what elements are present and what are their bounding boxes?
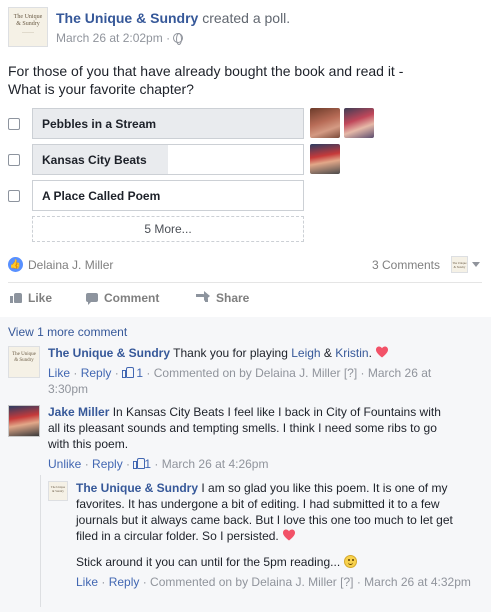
divider — [8, 282, 482, 283]
comment-timestamp[interactable]: March 26 at 4:32pm — [364, 575, 471, 589]
heart-icon — [375, 345, 389, 359]
poll-option-checkbox[interactable] — [8, 118, 20, 130]
comment-text: & — [320, 346, 336, 360]
help-link[interactable]: [?] — [344, 366, 357, 380]
like-button[interactable]: Like — [10, 291, 52, 305]
poll-option-2[interactable]: Kansas City Beats — [8, 144, 478, 175]
thumbs-up-icon — [10, 292, 22, 303]
meta-dot: · — [98, 575, 109, 589]
poll-option-bar[interactable]: A Place Called Poem — [32, 180, 304, 211]
post-meta-line: March 26 at 2:02pm · — [56, 31, 184, 45]
comment-reply-link[interactable]: Reply — [92, 457, 123, 471]
comment-body: The Unique & Sundry Thank you for playin… — [48, 345, 448, 397]
help-link[interactable]: [?] — [340, 575, 353, 589]
poll-option-checkbox[interactable] — [8, 190, 20, 202]
mention-link[interactable]: Leigh — [291, 346, 320, 360]
poll-option-1[interactable]: Pebbles in a Stream — [8, 108, 478, 139]
comment-count-link[interactable]: 3 Comments — [372, 258, 440, 272]
poll-option-label: Kansas City Beats — [42, 153, 147, 167]
thumbs-up-icon — [122, 367, 135, 378]
meta-dot: · — [357, 366, 368, 380]
comment-like-link[interactable]: Like — [76, 575, 98, 589]
chevron-down-icon[interactable] — [472, 262, 480, 267]
post-header: The Unique & Sundry ——— The Unique & Sun… — [8, 7, 491, 49]
poll-option-label: Pebbles in a Stream — [42, 117, 157, 131]
comment-timestamp[interactable]: March 26 at 4:26pm — [162, 457, 269, 471]
reactor-name-link[interactable]: Delaina J. Miller — [28, 258, 113, 272]
avatar-logo-rule: ——— — [22, 29, 34, 34]
heart-icon — [282, 528, 296, 542]
poll-option-bar[interactable]: Pebbles in a Stream — [32, 108, 304, 139]
meta-dot: · — [143, 366, 154, 380]
page-avatar[interactable]: The Unique & Sundry ——— — [8, 7, 48, 47]
avatar-logo-top: The Unique — [13, 14, 43, 20]
like-label: Like — [28, 291, 53, 305]
comment-author-link[interactable]: The Unique & Sundry — [76, 481, 198, 495]
comment-meta: Like · Reply · 1 · Commented on by Delai… — [48, 365, 448, 397]
commented-on-by: Commented on by Delaina J. Miller — [153, 366, 341, 380]
comment-reply-link[interactable]: Reply — [81, 366, 112, 380]
post-timestamp[interactable]: March 26 at 2:02pm — [56, 31, 163, 45]
comment-body: Jake Miller In Kansas City Beats I feel … — [48, 404, 448, 472]
comment-text: . — [368, 346, 372, 360]
voter-avatar[interactable] — [344, 108, 374, 138]
poll-option-label: A Place Called Poem — [42, 189, 161, 203]
thumbs-up-icon: 👍 — [8, 257, 23, 272]
smiley-icon — [343, 555, 357, 568]
voter-avatar[interactable] — [310, 108, 340, 138]
globe-icon[interactable] — [173, 33, 184, 45]
meta-dot: · — [81, 457, 93, 471]
comments-section: View 1 more comment The Unique & Sundry T… — [0, 317, 491, 612]
avatar-logo-bottom: & Sundry — [16, 21, 40, 27]
comment-button[interactable]: Comment — [86, 291, 159, 305]
poll-option-checkbox[interactable] — [8, 154, 20, 166]
poll-option-3[interactable]: A Place Called Poem — [8, 180, 478, 211]
voter-avatar[interactable] — [310, 144, 340, 174]
comment-author-link[interactable]: The Unique & Sundry — [48, 346, 170, 360]
commenter-avatar[interactable]: The Unique & Sundry — [8, 346, 40, 378]
view-more-comments-link[interactable]: View 1 more comment — [8, 325, 127, 339]
meta-dot: · — [353, 575, 365, 589]
comment-label: Comment — [104, 291, 160, 305]
meta-dot: · — [122, 457, 134, 471]
post-title-line: The Unique & Sundry created a poll. — [56, 10, 290, 26]
comment-body: The Unique & Sundry I am so glad you lik… — [76, 480, 478, 590]
comment-bubble-icon — [86, 293, 98, 305]
comment-meta: Like · Reply · Commented on by Delaina J… — [76, 574, 478, 590]
meta-dot: · — [139, 575, 151, 589]
comment-like-link[interactable]: Like — [48, 366, 70, 380]
share-button[interactable]: Share — [196, 291, 249, 305]
comment-reply-link[interactable]: Reply — [109, 575, 140, 589]
commenter-avatar[interactable] — [8, 405, 40, 437]
page-avatar-small[interactable]: The Unique & Sundry — [451, 256, 468, 273]
comment-text: Thank you for playing — [173, 346, 292, 360]
page-name-link[interactable]: The Unique & Sundry — [56, 10, 198, 26]
poll-question-line1: For those of you that have already bough… — [8, 63, 404, 79]
reactions-summary: 👍 Delaina J. Miller 3 Comments The Uniqu… — [8, 256, 482, 275]
commented-on-by: Commented on by Delaina J. Miller — [150, 575, 337, 589]
reply-thread-line — [40, 475, 41, 607]
comment-text-paragraph: Stick around it you can until for the 5p… — [76, 554, 478, 570]
poll-option-bar[interactable]: Kansas City Beats — [32, 144, 304, 175]
mention-link[interactable]: Kristin — [335, 346, 368, 360]
post-action-bar: Like Comment Share — [8, 288, 482, 308]
commenter-avatar[interactable]: The Unique & Sundry — [48, 481, 68, 501]
meta-separator: · — [162, 31, 174, 45]
meta-dot: · — [111, 366, 123, 380]
share-arrow-icon — [196, 291, 210, 302]
comment-unlike-link[interactable]: Unlike — [48, 457, 81, 471]
comment-meta: Unlike · Reply · 1 · March 26 at 4:26pm — [48, 456, 448, 472]
poll-more-options-button[interactable]: 5 More... — [32, 216, 304, 242]
post-action-text: created a poll. — [198, 10, 291, 26]
meta-dot: · — [151, 457, 162, 471]
meta-dot: · — [70, 366, 81, 380]
share-label: Share — [216, 291, 250, 305]
comment-text: Stick around it you can until for the 5p… — [76, 555, 341, 569]
comment-author-link[interactable]: Jake Miller — [48, 405, 109, 419]
poll-question-line2: What is your favorite chapter? — [8, 81, 194, 97]
poll-question: For those of you that have already bough… — [8, 62, 478, 98]
thumbs-up-icon — [133, 458, 146, 469]
